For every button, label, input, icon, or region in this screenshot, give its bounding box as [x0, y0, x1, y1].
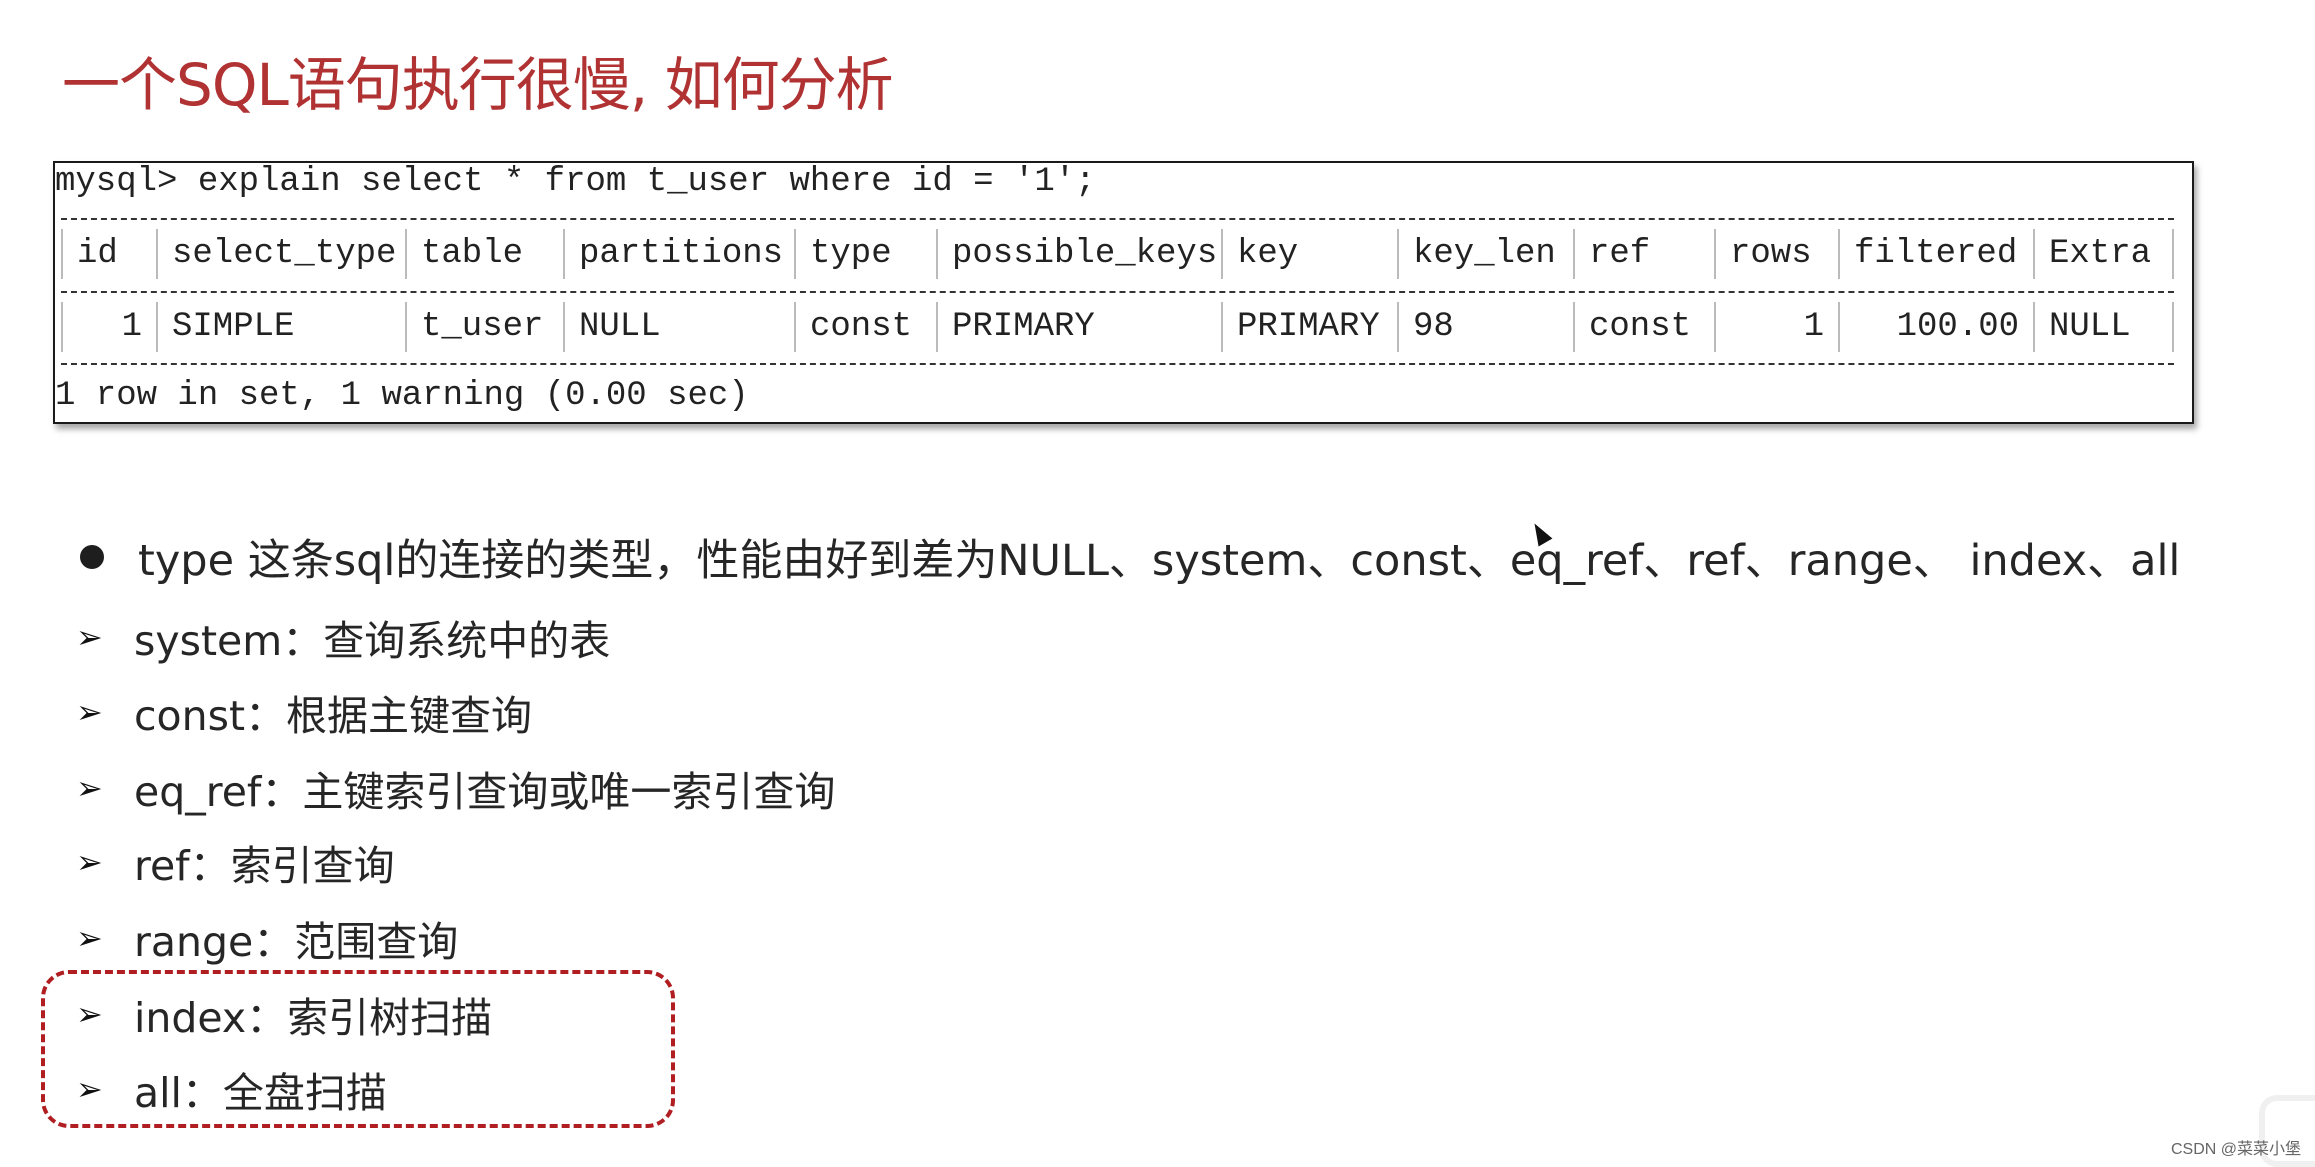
- table-border-bottom: [61, 363, 2174, 365]
- list-item: ➢ ref：索引查询: [76, 832, 395, 892]
- list-item-text: type 这条sql的连接的类型，性能由好到差为NULL、system、cons…: [138, 536, 2181, 586]
- highlight-dashed-box: [41, 970, 675, 1128]
- list-item: ➢ range：范围查询: [76, 908, 458, 968]
- column-header: Extra: [2033, 229, 2174, 279]
- list-item: ➢ system：查询系统中的表: [76, 607, 610, 667]
- column-header: key: [1221, 229, 1397, 279]
- list-item-text: system：查询系统中的表: [134, 617, 611, 665]
- list-item-text: eq_ref：主键索引查询或唯一索引查询: [134, 768, 836, 816]
- explain-data-row: 1 SIMPLE t_user NULL const PRIMARY PRIMA…: [55, 302, 2192, 352]
- arrow-bullet-icon: ➢: [76, 919, 103, 957]
- list-item-text: range：范围查询: [134, 918, 459, 966]
- arrow-bullet-icon: ➢: [76, 693, 103, 731]
- table-cell: const: [1573, 302, 1714, 352]
- table-cell: PRIMARY: [1221, 302, 1397, 352]
- table-cell: NULL: [2033, 302, 2174, 352]
- column-header: id: [61, 229, 156, 279]
- bullet-dot-icon: [80, 545, 104, 569]
- explain-header-row: id select_type table partitions type pos…: [55, 229, 2192, 279]
- column-header: type: [794, 229, 936, 279]
- table-cell: t_user: [405, 302, 563, 352]
- table-cell: PRIMARY: [936, 302, 1221, 352]
- arrow-bullet-icon: ➢: [76, 843, 103, 881]
- column-header: rows: [1714, 229, 1838, 279]
- column-header: table: [405, 229, 563, 279]
- list-item: ➢ eq_ref：主键索引查询或唯一索引查询: [76, 758, 835, 818]
- arrow-bullet-icon: ➢: [76, 769, 103, 807]
- table-cell: 100.00: [1838, 302, 2033, 352]
- table-cell: const: [794, 302, 936, 352]
- list-item: type 这条sql的连接的类型，性能由好到差为NULL、system、cons…: [76, 526, 2180, 588]
- table-cell: SIMPLE: [156, 302, 405, 352]
- column-header: filtered: [1838, 229, 2033, 279]
- column-header: select_type: [156, 229, 405, 279]
- list-item: ➢ const：根据主键查询: [76, 682, 532, 742]
- table-cell: 1: [61, 302, 156, 352]
- table-border-top: [61, 218, 2174, 220]
- table-border-middle: [61, 291, 2174, 293]
- column-header: possible_keys: [936, 229, 1221, 279]
- list-item-text: const：根据主键查询: [134, 692, 533, 740]
- watermark: CSDN @菜菜小堡: [2170, 1141, 2301, 1158]
- table-cell: 1: [1714, 302, 1838, 352]
- table-cell: NULL: [563, 302, 794, 352]
- table-cell: 98: [1397, 302, 1573, 352]
- slide-title: 一个SQL语句执行很慢, 如何分析: [62, 51, 894, 119]
- sql-command: mysql> explain select * from t_user wher…: [55, 163, 1096, 201]
- mysql-terminal-output: mysql> explain select * from t_user wher…: [53, 161, 2194, 424]
- query-status: 1 row in set, 1 warning (0.00 sec): [55, 377, 749, 415]
- arrow-bullet-icon: ➢: [76, 618, 103, 656]
- column-header: partitions: [563, 229, 794, 279]
- column-header: key_len: [1397, 229, 1573, 279]
- column-header: ref: [1573, 229, 1714, 279]
- list-item-text: ref：索引查询: [134, 842, 395, 890]
